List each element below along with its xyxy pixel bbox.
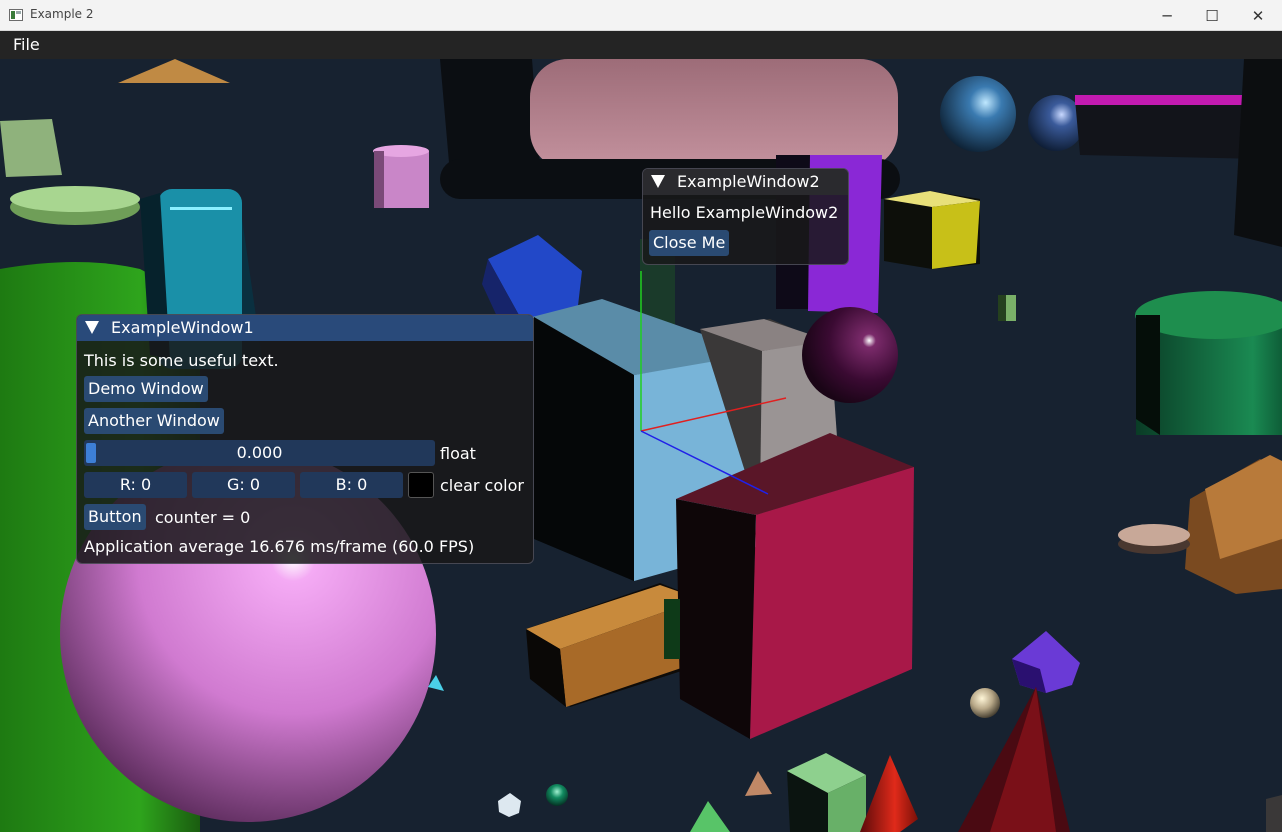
clear-color-label: clear color	[440, 476, 524, 495]
color-r-field[interactable]: R: 0	[84, 472, 187, 498]
useful-text: This is some useful text.	[84, 351, 279, 370]
example-window2-titlebar[interactable]: ExampleWindow2	[643, 169, 848, 195]
window-title: Example 2	[30, 7, 94, 21]
maximize-button[interactable]: ☐	[1189, 0, 1235, 31]
demo-window-checkbox[interactable]: Demo Window	[84, 376, 208, 402]
example-window1-title: ExampleWindow1	[111, 318, 254, 337]
slider-value: 0.000	[236, 443, 283, 462]
close-window-button[interactable]: ✕	[1235, 0, 1281, 31]
color-b-field[interactable]: B: 0	[300, 472, 403, 498]
minimize-button[interactable]: ─	[1144, 0, 1190, 31]
counter-text: counter = 0	[155, 508, 251, 527]
another-window-checkbox[interactable]: Another Window	[84, 408, 224, 434]
3d-viewport[interactable]: ExampleWindow2 Hello ExampleWindow2 Clos…	[0, 59, 1282, 832]
example-window2[interactable]: ExampleWindow2 Hello ExampleWindow2 Clos…	[642, 168, 849, 265]
collapse-arrow-icon[interactable]	[651, 175, 665, 188]
color-g-field[interactable]: G: 0	[192, 472, 295, 498]
hello-text: Hello ExampleWindow2	[650, 203, 839, 222]
example-window1-titlebar[interactable]: ExampleWindow1	[77, 315, 533, 341]
counter-button[interactable]: Button	[84, 504, 146, 530]
window-titlebar[interactable]: Example 2 ─ ☐ ✕	[0, 0, 1282, 31]
example-window2-title: ExampleWindow2	[677, 172, 820, 191]
app-icon	[9, 9, 23, 21]
clear-color-swatch[interactable]	[408, 472, 434, 498]
example-window1[interactable]: ExampleWindow1 This is some useful text.…	[76, 314, 534, 564]
slider-grab-handle[interactable]	[86, 443, 96, 463]
collapse-arrow-icon[interactable]	[85, 321, 99, 334]
menu-bar: File	[0, 31, 1282, 59]
menu-file[interactable]: File	[13, 35, 40, 54]
fps-text: Application average 16.676 ms/frame (60.…	[84, 537, 475, 556]
float-slider[interactable]: 0.000	[84, 440, 435, 466]
float-slider-label: float	[440, 444, 476, 463]
close-me-button[interactable]: Close Me	[649, 230, 730, 256]
